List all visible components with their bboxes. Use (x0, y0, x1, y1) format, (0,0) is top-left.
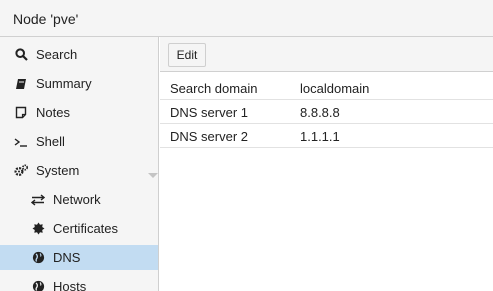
sidebar-item-label: Search (36, 47, 78, 62)
row-key: DNS server 1 (170, 105, 249, 120)
sidebar-item-label: DNS (53, 250, 81, 265)
window-title: Node 'pve' (13, 11, 79, 27)
dns-grid: Search domain localdomain DNS server 1 8… (160, 76, 493, 148)
sidebar-item-certificates[interactable]: Certificates (0, 216, 158, 241)
sidebar-item-label: Summary (36, 76, 92, 91)
row-key: Search domain (170, 81, 258, 96)
exchange-icon (31, 193, 45, 207)
table-row[interactable]: Search domain localdomain (160, 76, 493, 100)
dns-panel: Edit Search domain localdomain DNS serve… (160, 37, 493, 291)
row-value: 1.1.1.1 (300, 129, 340, 144)
sidebar-item-search[interactable]: Search (0, 42, 158, 67)
sidebar-item-system[interactable]: System (0, 158, 158, 183)
sidebar-item-label: Shell (36, 134, 65, 149)
search-icon (14, 48, 28, 62)
sidebar-item-label: System (36, 163, 80, 178)
sidebar-item-shell[interactable]: Shell (0, 129, 158, 154)
book-icon (14, 77, 28, 91)
row-key: DNS server 2 (170, 129, 249, 144)
certificate-icon (31, 222, 45, 236)
title-bar: Node 'pve' (0, 0, 493, 37)
sidebar-item-label: Notes (36, 105, 70, 120)
sidebar-item-label: Certificates (53, 221, 119, 236)
table-row[interactable]: DNS server 2 1.1.1.1 (160, 124, 493, 148)
edit-button[interactable]: Edit (168, 43, 206, 67)
globe-icon (31, 280, 45, 291)
row-value: localdomain (300, 81, 370, 96)
note-icon (14, 106, 28, 120)
sidebar-item-notes[interactable]: Notes (0, 100, 158, 125)
table-row[interactable]: DNS server 1 8.8.8.8 (160, 100, 493, 124)
sidebar-item-label: Network (53, 192, 101, 207)
sidebar-item-summary[interactable]: Summary (0, 71, 158, 96)
sidebar-item-dns[interactable]: DNS (0, 245, 158, 270)
globe-icon (31, 251, 45, 265)
terminal-icon (14, 135, 28, 149)
row-value: 8.8.8.8 (300, 105, 340, 120)
sidebar-item-hosts[interactable]: Hosts (0, 274, 158, 291)
sidebar: Search Summary Notes Shell System Networ… (0, 37, 159, 291)
toolbar: Edit (160, 37, 493, 72)
chevron-down-icon[interactable] (148, 167, 158, 182)
sidebar-item-network[interactable]: Network (0, 187, 158, 212)
gears-icon (14, 164, 28, 178)
sidebar-item-label: Hosts (53, 279, 87, 291)
